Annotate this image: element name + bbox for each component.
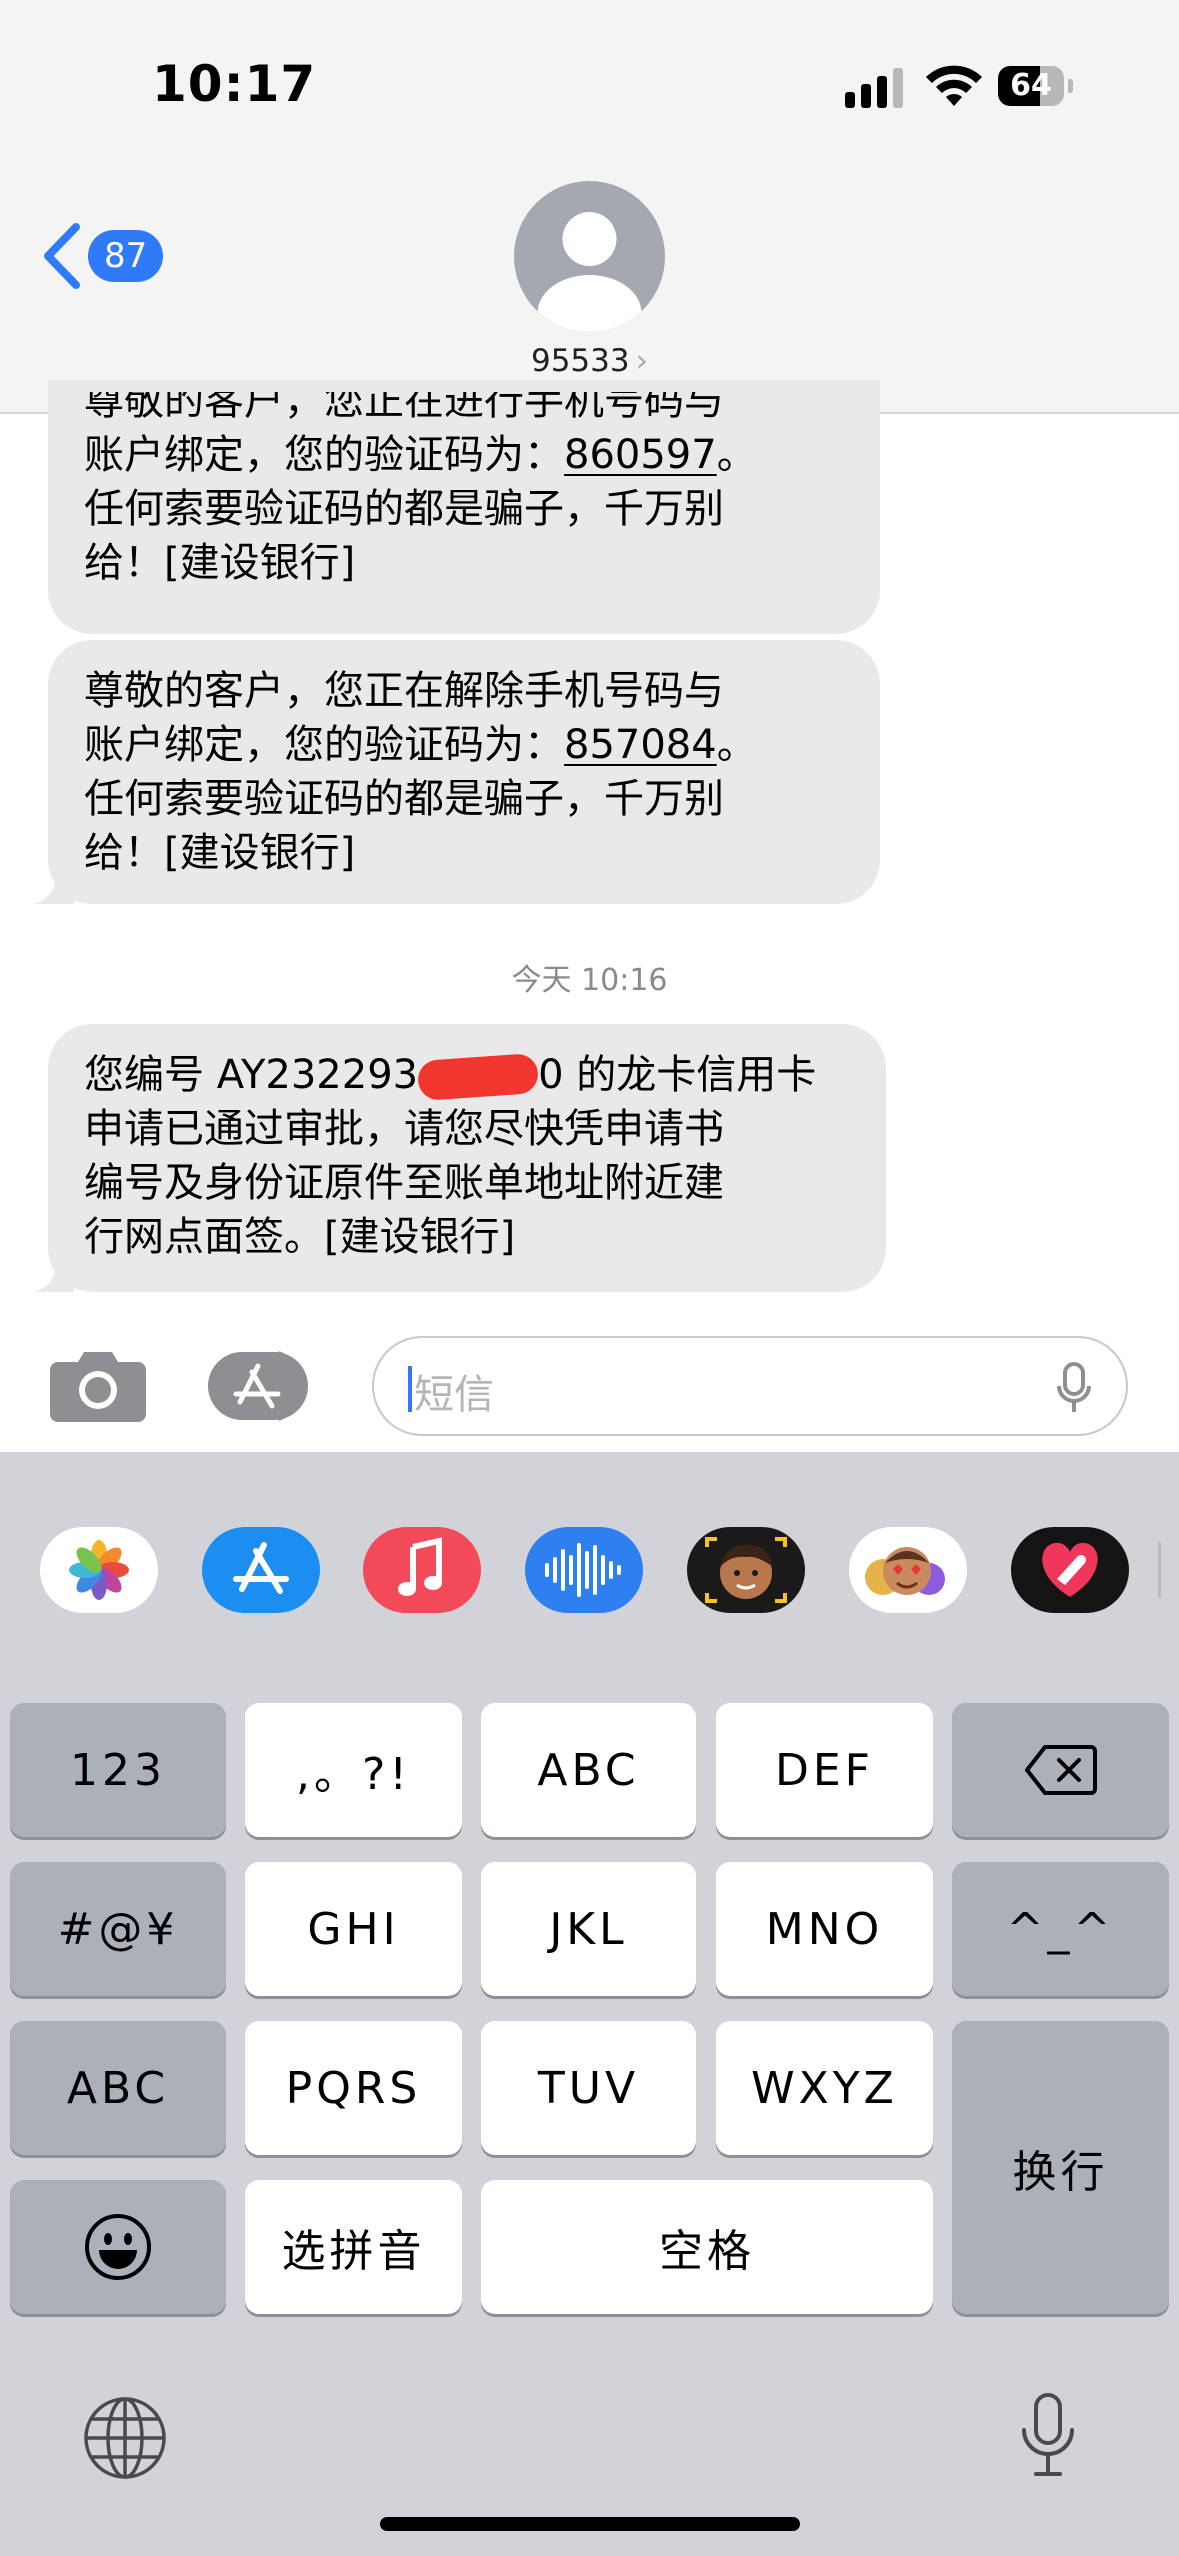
strip-divider xyxy=(1158,1542,1161,1598)
message-line: 给！[建设银行] xyxy=(84,830,356,876)
home-indicator[interactable] xyxy=(380,2517,800,2531)
status-bar: 10:17 64 xyxy=(0,0,1179,170)
person-icon xyxy=(537,212,642,332)
compose-bar: 短信 xyxy=(0,1300,1179,1450)
key-pqrs[interactable]: PQRS xyxy=(245,2021,462,2155)
space-key[interactable]: 空格 xyxy=(481,2180,933,2314)
keyboard-dictation-icon[interactable] xyxy=(1020,2392,1076,2480)
message-line: 您编号 AY232293 xyxy=(84,1052,419,1098)
text-cursor xyxy=(408,1366,412,1412)
message-line: 申请已通过审批，请您尽快凭申请书 xyxy=(84,1106,724,1152)
message-bubble[interactable]: 您编号 AY232293 0 的龙卡信用卡 申请已通过审批，请您尽快凭申请书 编号… xyxy=(34,1024,886,1292)
contact-avatar[interactable] xyxy=(514,181,665,332)
digital-touch-icon[interactable] xyxy=(1011,1527,1129,1613)
redaction-mark xyxy=(416,1052,540,1102)
bubble-tail xyxy=(34,870,74,904)
key-emoticon[interactable]: ^_^ xyxy=(952,1862,1169,1996)
key-abc-switch[interactable]: ABC xyxy=(10,2021,226,2155)
message-line: 给！[建设银行] xyxy=(84,540,356,586)
contact-number: 95533 xyxy=(530,343,630,379)
message-line: 编号及身份证原件至账单地址附近建 xyxy=(84,1160,724,1206)
message-line: 账户绑定，您的验证码为： xyxy=(84,432,564,478)
audio-message-icon[interactable] xyxy=(525,1527,643,1613)
key-jkl[interactable]: JKL xyxy=(481,1862,696,1996)
message-line: 尊敬的客户，您正在解除手机号码与 xyxy=(84,668,724,714)
imessage-app-strip xyxy=(0,1452,1179,1678)
key-pinyin-select[interactable]: 选拼音 xyxy=(245,2180,462,2314)
app-store-icon[interactable] xyxy=(202,1527,320,1613)
message-bubble[interactable]: 尊敬的客户，您正在进行手机号码与 账户绑定，您的验证码为：860597。 任何索… xyxy=(48,380,880,634)
app-store-button[interactable] xyxy=(208,1350,320,1422)
dictation-mic-icon[interactable] xyxy=(1056,1362,1092,1414)
bubble-tail xyxy=(34,1258,74,1292)
emoji-key[interactable] xyxy=(10,2180,226,2314)
emoji-icon xyxy=(85,2214,151,2280)
music-icon[interactable] xyxy=(363,1527,481,1613)
back-button[interactable]: 87 xyxy=(40,216,164,296)
message-line: 任何索要验证码的都是骗子，千万别 xyxy=(84,486,724,532)
message-bubble[interactable]: 尊敬的客户，您正在解除手机号码与 账户绑定，您的验证码为：857084。 任何索… xyxy=(34,640,880,904)
chevron-left-icon xyxy=(44,223,80,289)
battery-level: 64 xyxy=(1010,68,1052,103)
message-punctuation: 。 xyxy=(716,432,757,478)
key-wxyz[interactable]: WXYZ xyxy=(716,2021,933,2155)
camera-icon[interactable] xyxy=(50,1348,146,1422)
wifi-icon xyxy=(926,65,982,106)
key-symbols[interactable]: #@¥ xyxy=(10,1862,226,1996)
status-time: 10:17 xyxy=(152,55,317,113)
message-punctuation: 。 xyxy=(716,722,757,768)
message-line: 0 的龙卡信用卡 xyxy=(538,1052,817,1098)
chevron-right-icon: › xyxy=(635,343,649,379)
return-key[interactable]: 换行 xyxy=(952,2021,1169,2314)
memoji-stickers-icon[interactable] xyxy=(849,1527,967,1613)
message-line: 账户绑定，您的验证码为： xyxy=(84,722,564,768)
key-tuv[interactable]: TUV xyxy=(481,2021,696,2155)
delete-icon xyxy=(1024,1745,1097,1795)
photos-icon[interactable] xyxy=(40,1527,158,1613)
contact-name[interactable]: 95533 › xyxy=(0,343,1179,379)
key-abc[interactable]: ABC xyxy=(481,1703,696,1837)
key-mno[interactable]: MNO xyxy=(716,1862,933,1996)
key-def[interactable]: DEF xyxy=(716,1703,933,1837)
message-line: 任何索要验证码的都是骗子，千万别 xyxy=(84,776,724,822)
globe-icon[interactable] xyxy=(82,2395,168,2481)
message-line: 行网点面签。[建设银行] xyxy=(84,1214,516,1260)
message-line: 尊敬的客户，您正在进行手机号码与 xyxy=(84,392,724,424)
memoji-camera-icon[interactable] xyxy=(687,1527,805,1613)
key-punctuation[interactable]: ,。?! xyxy=(245,1703,462,1837)
message-input-placeholder: 短信 xyxy=(414,1372,494,1418)
delete-key[interactable] xyxy=(952,1703,1169,1837)
message-timestamp: 今天 10:16 xyxy=(511,963,668,998)
battery-icon: 64 xyxy=(998,66,1074,108)
unread-count-badge: 87 xyxy=(88,230,164,282)
verification-code[interactable]: 860597 xyxy=(564,432,717,478)
message-input[interactable]: 短信 xyxy=(372,1336,1128,1436)
cellular-signal-icon xyxy=(845,68,903,108)
verification-code[interactable]: 857084 xyxy=(564,722,717,768)
key-123[interactable]: 123 xyxy=(10,1703,226,1837)
key-ghi[interactable]: GHI xyxy=(245,1862,462,1996)
